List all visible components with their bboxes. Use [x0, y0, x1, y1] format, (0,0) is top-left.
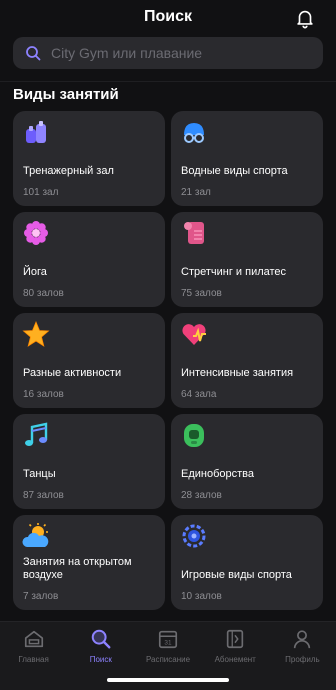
category-count: 75 залов — [181, 288, 222, 299]
category-count: 28 залов — [181, 490, 222, 501]
tab-label: Поиск — [89, 655, 112, 664]
category-card-martial-arts[interactable]: Единоборства 28 залов — [171, 414, 323, 509]
sun-cloud-icon — [22, 523, 49, 547]
header: Поиск — [0, 0, 336, 36]
search-bar[interactable] — [13, 37, 323, 69]
category-count: 101 зал — [23, 187, 59, 198]
category-name: Разные активности — [23, 367, 122, 379]
category-name: Танцы — [23, 468, 56, 480]
category-name: Игровые виды спорта — [181, 569, 292, 581]
tab-home[interactable]: Главная — [0, 622, 67, 690]
category-count: 7 залов — [23, 591, 59, 602]
page-title: Поиск — [143, 8, 192, 25]
tab-label: Главная — [18, 655, 49, 664]
music-notes-icon — [25, 422, 48, 446]
category-card-team-sports[interactable]: Игровые виды спорта 10 залов — [171, 515, 323, 610]
category-name: Тренажерный зал — [23, 165, 114, 177]
tab-label: Расписание — [145, 655, 191, 664]
category-card-intensive[interactable]: Интенсивные занятия 64 зала — [171, 313, 323, 408]
home-icon — [24, 630, 43, 648]
category-count: 80 залов — [23, 288, 64, 299]
category-count: 87 залов — [23, 490, 64, 501]
home-indicator — [107, 678, 229, 682]
category-card-dance[interactable]: Танцы 87 залов — [13, 414, 165, 509]
lotus-icon — [24, 221, 48, 245]
category-card-yoga[interactable]: Йога 80 залов — [13, 212, 165, 307]
category-name: Стретчинг и пилатес — [181, 266, 287, 278]
search-input[interactable] — [49, 44, 323, 62]
tab-profile[interactable]: Профиль — [269, 622, 336, 690]
heart-pulse-icon — [182, 324, 206, 345]
swim-goggles-icon — [184, 123, 204, 143]
search-icon — [91, 629, 111, 649]
category-card-outdoor[interactable]: Занятия на открытом воздухе 7 залов — [13, 515, 165, 610]
dumbbell-icon — [26, 121, 46, 143]
calendar-icon: 31 — [158, 630, 178, 649]
category-count: 10 залов — [181, 591, 222, 602]
category-name: Занятия на открытом воздухе — [23, 556, 132, 581]
divider — [0, 81, 336, 82]
star-icon — [22, 320, 50, 347]
category-name: Йога — [23, 266, 47, 278]
category-card-water-sports[interactable]: Водные виды спорта 21 зал — [171, 111, 323, 206]
tab-label: Абонемент — [214, 655, 256, 664]
category-grid: Тренажерный зал 101 зал Водные виды спор… — [13, 111, 323, 610]
sports-ball-icon — [182, 524, 206, 548]
category-card-stretching[interactable]: Стретчинг и пилатес 75 залов — [171, 212, 323, 307]
section-title: Виды занятий — [13, 86, 119, 103]
svg-text:31: 31 — [164, 640, 172, 647]
boxing-helmet-icon — [184, 424, 204, 447]
membership-card-icon — [227, 629, 244, 649]
yoga-mat-icon — [184, 222, 204, 244]
category-count: 21 зал — [181, 187, 211, 198]
category-card-various[interactable]: Разные активности 16 залов — [13, 313, 165, 408]
category-name: Водные виды спорта — [181, 165, 288, 177]
bell-icon[interactable] — [294, 7, 316, 29]
tab-label: Профиль — [285, 655, 320, 664]
profile-icon — [294, 630, 311, 649]
category-count: 16 залов — [23, 389, 64, 400]
category-count: 64 зала — [181, 389, 217, 400]
category-name: Единоборства — [181, 468, 255, 480]
search-icon — [26, 46, 41, 61]
category-name: Интенсивные занятия — [181, 367, 294, 379]
category-card-gym[interactable]: Тренажерный зал 101 зал — [13, 111, 165, 206]
